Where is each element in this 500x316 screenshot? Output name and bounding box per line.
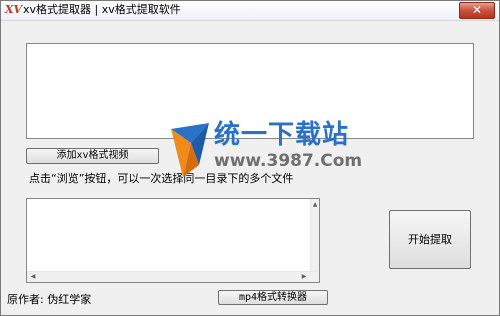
watermark-logo-icon: [171, 123, 209, 177]
title-bar[interactable]: XV xv格式提取器 | xv格式提取软件 ✕: [1, 1, 499, 21]
file-list-box[interactable]: ▲ ▼ ◀ ▶: [26, 198, 320, 283]
close-button[interactable]: ✕: [459, 2, 495, 19]
scroll-right-icon[interactable]: ▶: [299, 272, 309, 282]
watermark: 统一下载站 www.3987.Com: [169, 117, 379, 183]
watermark-logo-text: 统一下载站: [214, 120, 350, 150]
window-title: xv格式提取器 | xv格式提取软件: [23, 3, 181, 16]
vertical-scrollbar[interactable]: ▲ ▼: [310, 199, 319, 282]
scroll-left-icon[interactable]: ◀: [28, 272, 38, 282]
app-window: XV xv格式提取器 | xv格式提取软件 ✕ 添加xv格式视频 点击“浏览”按…: [0, 0, 500, 316]
close-icon: ✕: [471, 3, 483, 17]
author-label: 原作者: 伪红学家: [7, 293, 92, 306]
app-icon: XV: [5, 3, 23, 16]
horizontal-scrollbar[interactable]: ◀ ▶: [27, 271, 319, 282]
watermark-url: www.3987.Com: [214, 151, 363, 171]
scroll-up-icon[interactable]: ▲: [311, 200, 319, 209]
mp4-converter-button[interactable]: mp4格式转换器: [218, 290, 328, 305]
start-extract-button[interactable]: 开始提取: [389, 210, 471, 269]
add-xv-video-button[interactable]: 添加xv格式视频: [26, 148, 159, 164]
